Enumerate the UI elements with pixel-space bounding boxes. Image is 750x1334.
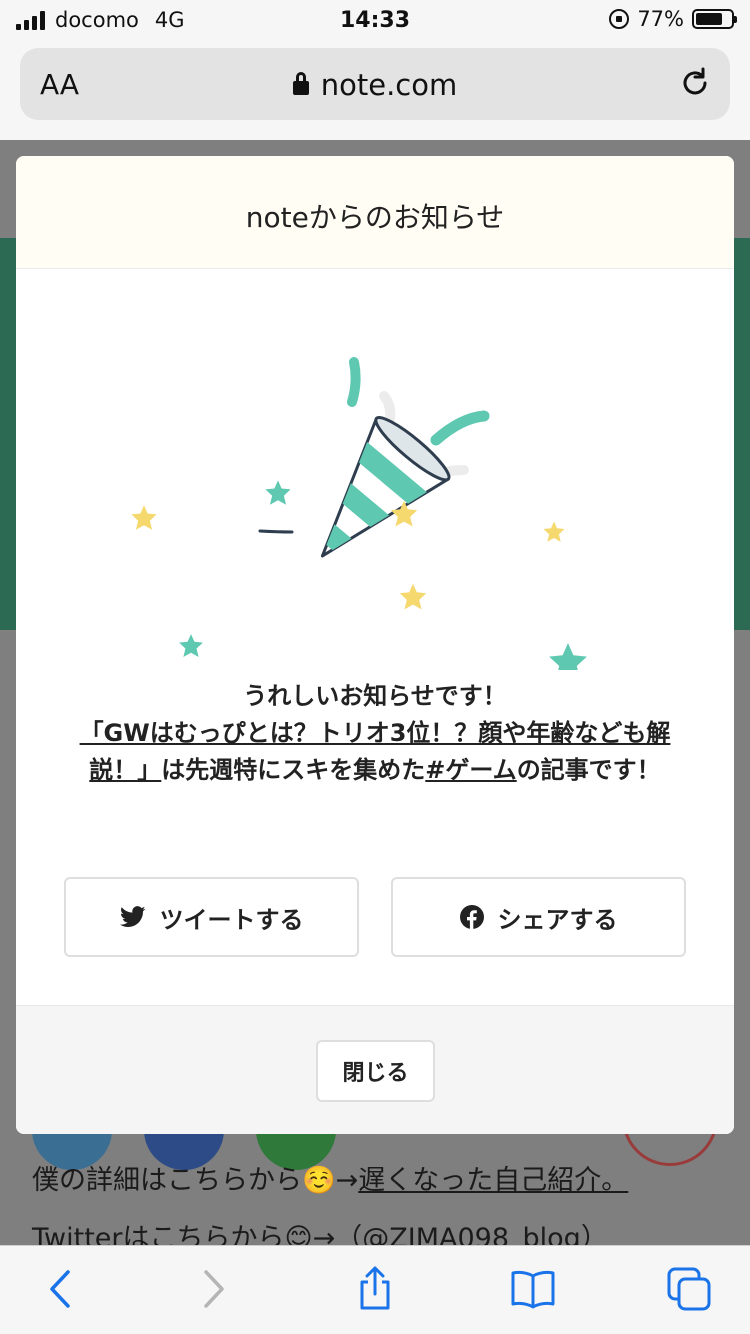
- browser-header: AA note.com: [0, 40, 750, 140]
- message-headline: うれしいお知らせです！: [243, 682, 507, 710]
- tabs-icon[interactable]: [666, 1266, 712, 1312]
- hashtag-link[interactable]: #ゲーム: [425, 756, 516, 784]
- back-icon[interactable]: [38, 1266, 84, 1312]
- forward-icon[interactable]: [190, 1266, 236, 1312]
- orientation-lock-icon: [609, 9, 630, 29]
- facebook-icon: [459, 905, 484, 929]
- status-right: 77%: [609, 7, 737, 31]
- tweet-button-label: ツイートする: [159, 905, 304, 934]
- share-button-label: シェアする: [497, 905, 618, 934]
- modal-title: noteからのお知らせ: [245, 201, 505, 234]
- reload-icon[interactable]: [678, 66, 712, 100]
- notification-modal: noteからのお知らせ うれしいお知らせです！ 「GWはむっぴとは？トリオ3位！…: [16, 156, 734, 1134]
- battery-percent: 77%: [637, 7, 684, 31]
- notification-message: うれしいお知らせです！ 「GWはむっぴとは？トリオ3位！？顔や年齢なども解説！」…: [72, 678, 678, 789]
- intro-link[interactable]: 遅くなった自己紹介。: [358, 1165, 628, 1196]
- url-display[interactable]: note.com: [20, 68, 730, 102]
- close-button[interactable]: 閉じる: [316, 1040, 435, 1102]
- intro-line: 僕の詳細はこちらから☺️→遅くなった自己紹介。: [32, 1158, 628, 1197]
- address-bar[interactable]: AA note.com: [20, 48, 730, 120]
- bookmarks-icon[interactable]: [510, 1266, 556, 1312]
- message-middle: は先週特にスキを集めた: [161, 756, 426, 784]
- twitter-icon: [119, 906, 145, 927]
- lock-icon: [292, 72, 309, 95]
- battery-icon: [692, 9, 737, 29]
- modal-footer: 閉じる: [16, 1005, 734, 1134]
- modal-header: noteからのお知らせ: [16, 156, 734, 269]
- browser-toolbar: [0, 1245, 750, 1334]
- share-icon[interactable]: [352, 1266, 398, 1312]
- message-tail: の記事です！: [516, 756, 661, 784]
- intro-text: 僕の詳細はこちらから☺️→: [32, 1165, 359, 1196]
- facebook-share-button[interactable]: シェアする: [391, 877, 686, 957]
- url-text: note.com: [320, 68, 458, 102]
- status-bar: docomo 4G 14:33 77%: [0, 0, 750, 40]
- party-popper-illustration: [131, 357, 587, 670]
- tweet-button[interactable]: ツイートする: [64, 877, 359, 957]
